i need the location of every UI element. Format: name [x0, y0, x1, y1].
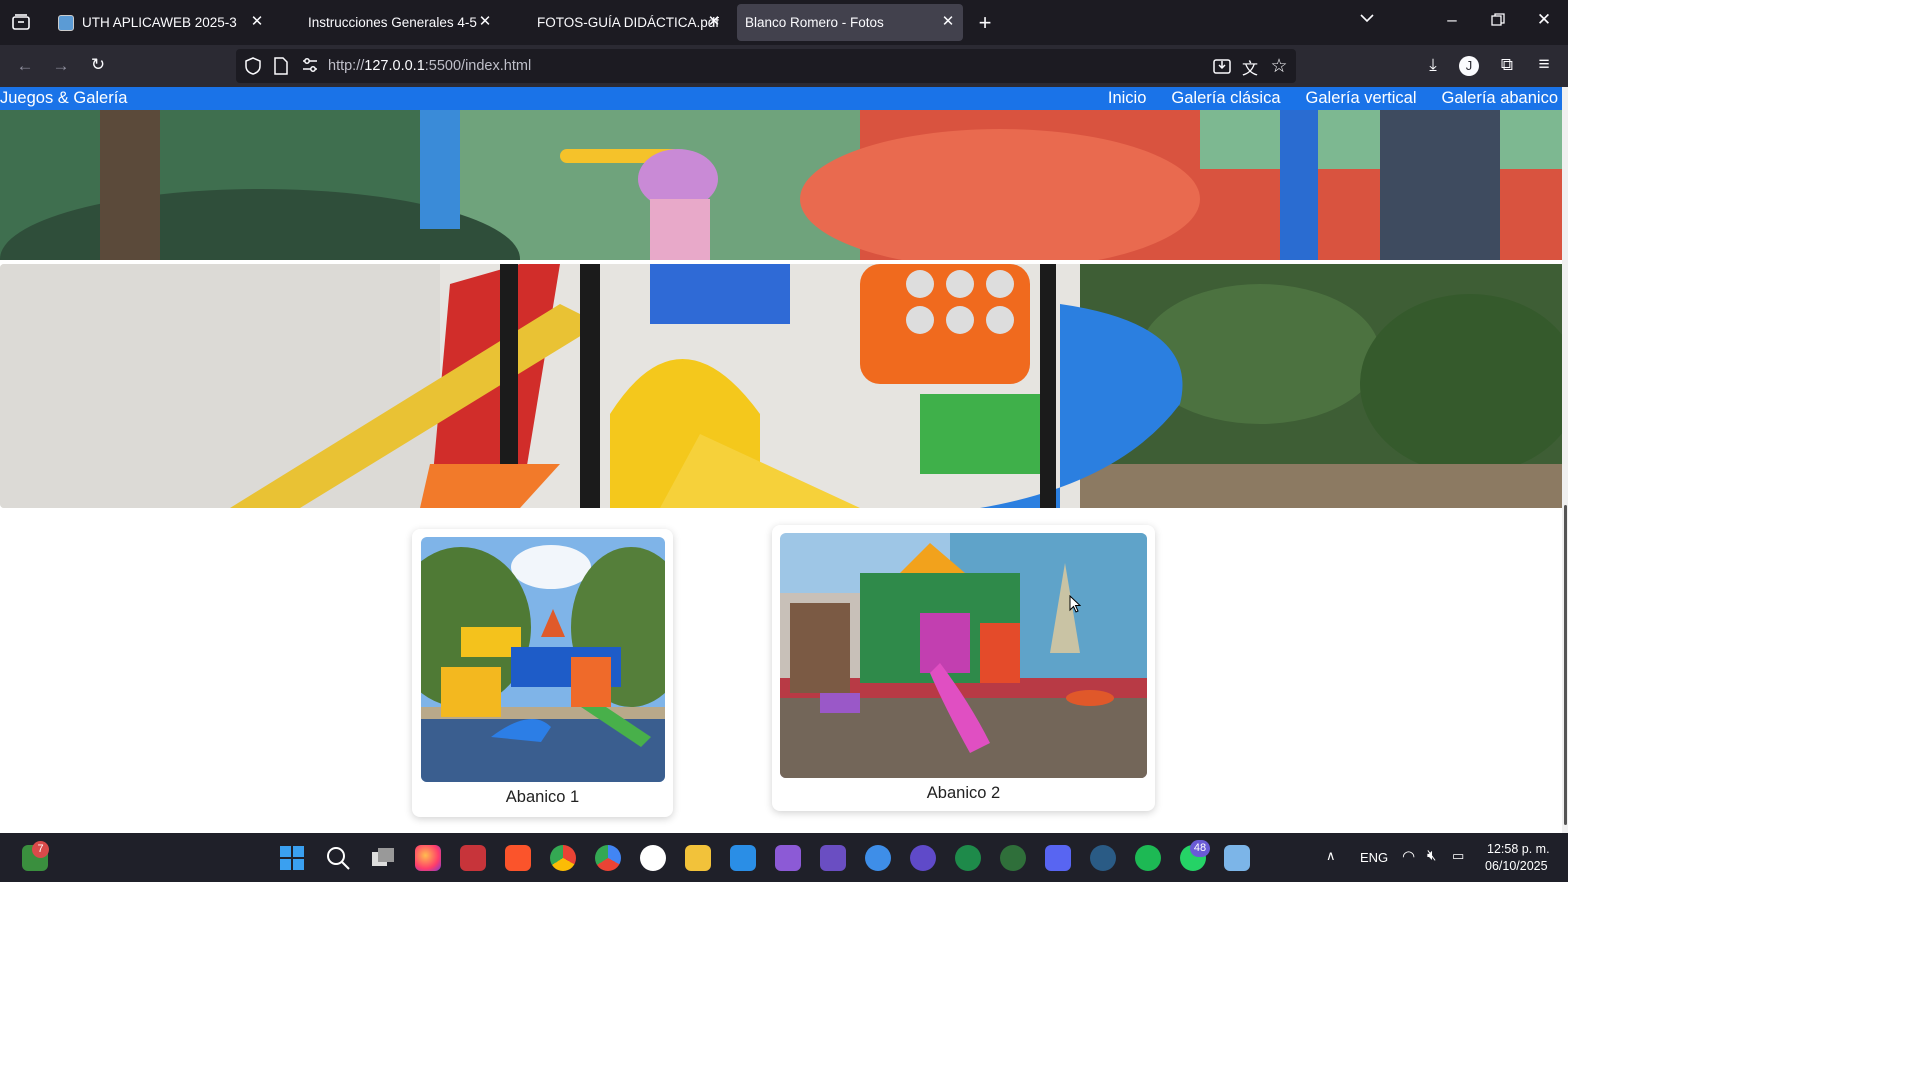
url-path: :5500/index.html: [424, 58, 532, 74]
browser-navbar: ← → ↻ http://127.0.0.1:5500/index.html 文…: [0, 45, 1568, 87]
downloads-icon[interactable]: ⤓: [1422, 55, 1444, 75]
firefox-icon[interactable]: [415, 845, 441, 871]
site-navbar: Juegos & Galería Inicio Galería clásica …: [0, 87, 1568, 110]
close-icon[interactable]: ✕: [705, 13, 723, 31]
tab-list-icon[interactable]: [10, 12, 32, 34]
os-taskbar: 7 48 ∧ ENG ◠ 🔇︎ ▭ 12:58 p. m. 06/10/2025: [0, 833, 1568, 882]
nav-link-galeria-abanico[interactable]: Galería abanico: [1442, 89, 1559, 108]
url-bar[interactable]: http://127.0.0.1:5500/index.html 文 ☆: [236, 49, 1296, 83]
document-icon: [58, 14, 74, 31]
tab-label: FOTOS-GUÍA DIDÁCTICA.pdf: [537, 15, 720, 30]
shield-icon[interactable]: [244, 57, 262, 80]
card-caption: Abanico 2: [926, 784, 1001, 802]
clock-time[interactable]: 12:58 p. m.: [1487, 842, 1550, 856]
scrollbar[interactable]: [1562, 87, 1568, 833]
tab-label: Blanco Romero - Fotos: [745, 15, 884, 30]
battery-icon[interactable]: ▭: [1452, 848, 1464, 864]
tray-overflow-icon[interactable]: ∧: [1326, 848, 1336, 864]
tab-fotos-guia[interactable]: FOTOS-GUÍA DIDÁCTICA.pdf ✕: [529, 4, 729, 41]
window-close-icon[interactable]: ✕: [1534, 10, 1554, 30]
forward-icon[interactable]: →: [50, 56, 72, 76]
tab-label: UTH APLICAWEB 2025-3: [82, 15, 237, 30]
account-icon[interactable]: J: [1459, 56, 1479, 76]
tab-label: Instrucciones Generales 4-5 u2: [308, 15, 480, 30]
close-icon[interactable]: ✕: [248, 13, 266, 31]
tab-uth-aplicaweb[interactable]: UTH APLICAWEB 2025-3 ✕: [50, 4, 272, 41]
gallery-photo-1[interactable]: [421, 537, 665, 782]
github-icon[interactable]: [640, 845, 666, 871]
url-text[interactable]: http://127.0.0.1:5500/index.html: [328, 58, 531, 74]
gallery-photo-2[interactable]: [780, 533, 1147, 778]
whatsapp-badge: 48: [1190, 840, 1210, 857]
search-icon[interactable]: [325, 845, 351, 871]
page-viewport: Abanico 1 Abanico 2 Juegos & Galería Ini…: [0, 87, 1568, 833]
app-icon-blue[interactable]: [865, 845, 891, 871]
spotify-icon[interactable]: [1135, 845, 1161, 871]
banner-image-1: [0, 109, 1568, 260]
page-icon[interactable]: [272, 57, 290, 80]
discord-icon[interactable]: [1045, 845, 1071, 871]
translate-icon[interactable]: 文: [1240, 55, 1260, 79]
nav-link-inicio[interactable]: Inicio: [1108, 89, 1147, 108]
browser-tab-strip: UTH APLICAWEB 2025-3 ✕ Instrucciones Gen…: [0, 0, 1568, 45]
chrome-alt-icon[interactable]: [595, 845, 621, 871]
menu-icon[interactable]: ≡: [1533, 54, 1555, 76]
minimize-icon[interactable]: –: [1442, 10, 1462, 30]
tab-blanco-romero[interactable]: Blanco Romero - Fotos ✕: [737, 4, 963, 41]
app-icon-hs[interactable]: [1000, 845, 1026, 871]
permissions-icon[interactable]: [300, 57, 320, 78]
install-icon[interactable]: [1212, 57, 1232, 80]
url-scheme: http://: [328, 58, 365, 74]
close-icon[interactable]: ✕: [939, 13, 957, 31]
back-icon[interactable]: ←: [14, 56, 36, 76]
visual-studio-alt-icon[interactable]: [820, 845, 846, 871]
language-indicator[interactable]: ENG: [1360, 850, 1388, 865]
brave-icon[interactable]: [505, 845, 531, 871]
chevron-down-icon[interactable]: [1356, 10, 1378, 31]
new-tab-icon[interactable]: +: [974, 10, 996, 36]
gallery-card-abanico-1[interactable]: Abanico 1: [412, 529, 673, 817]
bookmark-star-icon[interactable]: ☆: [1269, 55, 1289, 78]
banner-image-2: [0, 264, 1568, 508]
gallery-card-abanico-2[interactable]: Abanico 2: [772, 525, 1155, 811]
close-icon[interactable]: ✕: [476, 13, 494, 31]
tab-instrucciones[interactable]: Instrucciones Generales 4-5 u2 ✕: [300, 4, 500, 41]
card-caption: Abanico 1: [505, 788, 580, 806]
photos-icon[interactable]: [1224, 845, 1250, 871]
volume-muted-icon[interactable]: 🔇︎: [1427, 847, 1436, 864]
clock-date[interactable]: 06/10/2025: [1485, 859, 1548, 873]
nav-link-galeria-vertical[interactable]: Galería vertical: [1306, 89, 1417, 108]
app-icon-red[interactable]: [460, 845, 486, 871]
url-host: 127.0.0.1: [364, 58, 425, 74]
notification-badge: 7: [32, 841, 49, 858]
chrome-icon[interactable]: [550, 845, 576, 871]
reload-icon[interactable]: ↻: [87, 55, 109, 75]
visual-studio-icon[interactable]: [775, 845, 801, 871]
task-view-icon[interactable]: [370, 845, 396, 871]
file-explorer-icon[interactable]: [685, 845, 711, 871]
start-icon[interactable]: [279, 845, 305, 871]
app-icon-green[interactable]: [955, 845, 981, 871]
scrollbar-thumb[interactable]: [1564, 505, 1567, 825]
nav-link-galeria-clasica[interactable]: Galería clásica: [1171, 89, 1280, 108]
mouse-cursor-icon: [1069, 594, 1082, 618]
wifi-icon[interactable]: ◠: [1402, 847, 1415, 865]
restore-icon[interactable]: [1488, 12, 1508, 32]
steam-icon[interactable]: [1090, 845, 1116, 871]
extensions-icon[interactable]: ⧉: [1496, 55, 1518, 75]
site-brand[interactable]: Juegos & Galería: [0, 89, 128, 108]
app-icon-purple[interactable]: [910, 845, 936, 871]
vscode-icon[interactable]: [730, 845, 756, 871]
site-nav-links: Inicio Galería clásica Galería vertical …: [1108, 89, 1558, 108]
